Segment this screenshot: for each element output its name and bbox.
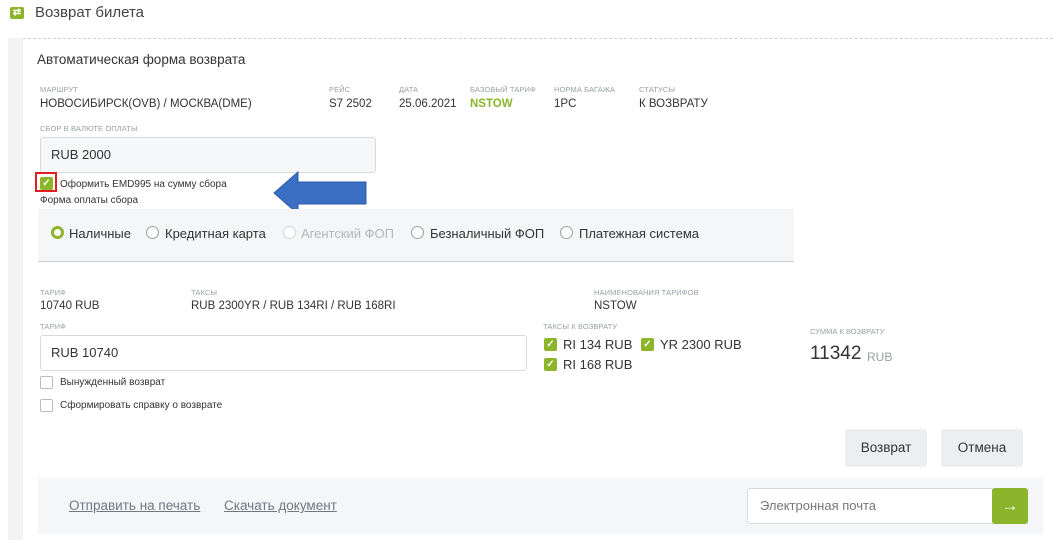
panel-title: Автоматическая форма возврата: [37, 52, 246, 67]
radio-agent-fop: [283, 226, 296, 239]
tariff-input-label: ТАРИФ: [40, 322, 66, 331]
status-value: К ВОЗВРАТУ: [639, 98, 708, 110]
send-button[interactable]: →: [992, 488, 1028, 524]
flight-value: S7 2502: [329, 98, 372, 110]
radio-payment-system-label[interactable]: Платежная система: [579, 226, 699, 241]
forced-refund-checkbox[interactable]: [40, 376, 53, 389]
certificate-label: Сформировать справку о возврате: [60, 400, 223, 411]
forced-refund-label: Вынужденный возврат: [60, 377, 166, 388]
tax-yr-2300: YR 2300 RUB: [660, 337, 742, 352]
email-placeholder: Электронная почта: [760, 498, 877, 513]
tax-checkbox-ri-168[interactable]: ✓: [544, 358, 557, 371]
refund-sum-value: 11342: [810, 343, 862, 364]
baggage-label: НОРМА БАГАЖА: [554, 85, 615, 94]
tax-checkbox-ri-134[interactable]: ✓: [544, 338, 557, 351]
refund-taxes-label: ТАКСЫ К ВОЗВРАТУ: [543, 322, 618, 331]
route-label: МАРШРУТ: [40, 85, 79, 94]
divider: [23, 38, 1053, 39]
radio-cash-label[interactable]: Наличные: [69, 226, 131, 241]
fare-names-value: NSTOW: [594, 300, 637, 312]
taxes-label: ТАКСЫ: [191, 288, 218, 297]
page-title: Возврат билета: [35, 4, 145, 21]
tariff-input[interactable]: RUB 10740: [40, 335, 527, 371]
refund-button[interactable]: Возврат: [845, 429, 927, 467]
tariff-input-value: RUB 10740: [51, 345, 119, 360]
page-header: ⇄ Возврат билета: [0, 0, 1053, 32]
radio-cash[interactable]: [51, 226, 64, 239]
tax-ri-168: RI 168 RUB: [563, 357, 633, 372]
radio-cashless-fop[interactable]: [411, 226, 424, 239]
emd-checkbox-label: Оформить EMD995 на сумму сбора: [60, 179, 227, 190]
download-link[interactable]: Скачать документ: [224, 498, 337, 513]
print-link[interactable]: Отправить на печать: [69, 498, 200, 513]
fare-names-label: НАИМЕНОВАНИЯ ТАРИФОВ: [594, 288, 699, 297]
email-input[interactable]: Электронная почта: [747, 488, 993, 524]
flight-label: РЕЙС: [329, 85, 351, 94]
tariff-label: ТАРИФ: [40, 288, 66, 297]
tax-checkbox-yr-2300[interactable]: ✓: [641, 338, 654, 351]
radio-agent-fop-label: Агентский ФОП: [301, 226, 395, 241]
arrow-right-icon: →: [1001, 496, 1019, 515]
taxes-value: RUB 2300YR / RUB 134RI / RUB 168RI: [191, 300, 396, 312]
fee-input[interactable]: RUB 2000: [40, 137, 376, 173]
payment-form-label: Форма оплаты сбора: [40, 195, 139, 206]
tariff-value: 10740 RUB: [40, 300, 100, 312]
radio-credit-card-label[interactable]: Кредитная карта: [165, 226, 266, 241]
radio-payment-system[interactable]: [560, 226, 573, 239]
date-label: ДАТА: [399, 85, 419, 94]
certificate-checkbox[interactable]: [40, 399, 53, 412]
radio-cashless-fop-label[interactable]: Безналичный ФОП: [430, 226, 544, 241]
fee-input-value: RUB 2000: [51, 147, 111, 162]
date-value: 25.06.2021: [399, 98, 457, 110]
status-label: СТАТУСЫ: [639, 85, 676, 94]
tax-ri-134: RI 134 RUB: [563, 337, 633, 352]
baggage-value: 1PC: [554, 98, 577, 110]
radio-credit-card[interactable]: [146, 226, 159, 239]
refund-sum-label: СУММА К ВОЗВРАТУ: [810, 327, 885, 336]
base-fare-label: БАЗОВЫЙ ТАРИФ: [470, 85, 536, 94]
refund-sum-currency: RUB: [867, 350, 893, 364]
fee-label: СБОР В ВАЛЮТЕ ОПЛАТЫ: [40, 124, 138, 133]
base-fare-value: NSTOW: [470, 98, 513, 110]
left-strip: [8, 38, 23, 540]
ticket-icon: ⇄: [10, 7, 24, 19]
route-value: НОВОСИБИРСК(OVB) / МОСКВА(DME): [40, 98, 252, 110]
cancel-button[interactable]: Отмена: [941, 429, 1023, 467]
highlight-frame: [35, 172, 57, 192]
